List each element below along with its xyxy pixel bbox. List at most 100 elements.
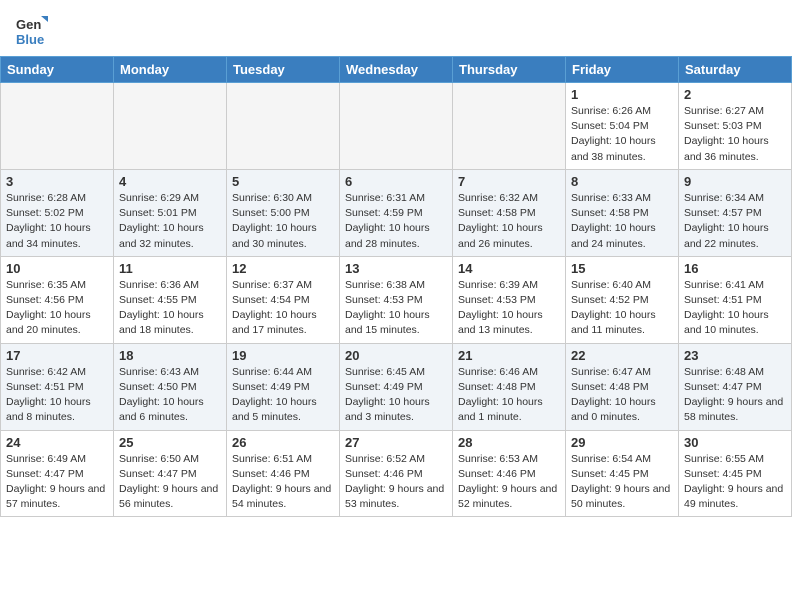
day-info: Sunrise: 6:52 AM Sunset: 4:46 PM Dayligh… (345, 452, 447, 513)
day-number: 19 (232, 348, 334, 363)
calendar-day-cell: 20Sunrise: 6:45 AM Sunset: 4:49 PM Dayli… (340, 343, 453, 430)
calendar-day-cell: 23Sunrise: 6:48 AM Sunset: 4:47 PM Dayli… (679, 343, 792, 430)
day-info: Sunrise: 6:50 AM Sunset: 4:47 PM Dayligh… (119, 452, 221, 513)
day-number: 2 (684, 87, 786, 102)
calendar-day-cell: 11 Sunrise: 6:36 AM Sunset: 4:55 PM Dayli… (114, 256, 227, 343)
day-info: Sunrise: 6:35 AM Sunset: 4:56 PM Dayligh… (6, 278, 108, 339)
weekday-header: Thursday (453, 57, 566, 83)
day-number: 6 (345, 174, 447, 189)
day-info: Sunrise: 6:53 AM Sunset: 4:46 PM Dayligh… (458, 452, 560, 513)
day-number: 4 (119, 174, 221, 189)
day-info: Sunrise: 6:49 AM Sunset: 4:47 PM Dayligh… (6, 452, 108, 513)
calendar-day-cell: 15 Sunrise: 6:40 AM Sunset: 4:52 PM Dayli… (566, 256, 679, 343)
calendar-week-row: 10 Sunrise: 6:35 AM Sunset: 4:56 PM Dayli… (1, 256, 792, 343)
day-number: 12 (232, 261, 334, 276)
svg-text:Blue: Blue (16, 32, 44, 47)
calendar-day-cell: 19 Sunrise: 6:44 AM Sunset: 4:49 PM Dayli… (227, 343, 340, 430)
calendar-day-cell: 5 Sunrise: 6:30 AM Sunset: 5:00 PM Daylig… (227, 169, 340, 256)
weekday-header: Monday (114, 57, 227, 83)
weekday-header: Sunday (1, 57, 114, 83)
day-info: Sunrise: 6:28 AM Sunset: 5:02 PM Dayligh… (6, 191, 108, 252)
day-info: Sunrise: 6:36 AM Sunset: 4:55 PM Dayligh… (119, 278, 221, 339)
page-header: Gen Blue (0, 0, 792, 56)
calendar-week-row: 17 Sunrise: 6:42 AM Sunset: 4:51 PM Dayli… (1, 343, 792, 430)
calendar-week-row: 3 Sunrise: 6:28 AM Sunset: 5:02 PM Daylig… (1, 169, 792, 256)
day-info: Sunrise: 6:33 AM Sunset: 4:58 PM Dayligh… (571, 191, 673, 252)
calendar-day-cell: 4 Sunrise: 6:29 AM Sunset: 5:01 PM Daylig… (114, 169, 227, 256)
calendar-day-cell: 27 Sunrise: 6:52 AM Sunset: 4:46 PM Dayli… (340, 430, 453, 517)
calendar-day-cell: 30Sunrise: 6:55 AM Sunset: 4:45 PM Dayli… (679, 430, 792, 517)
calendar-day-cell: 10 Sunrise: 6:35 AM Sunset: 4:56 PM Dayli… (1, 256, 114, 343)
weekday-header: Tuesday (227, 57, 340, 83)
day-number: 22 (571, 348, 673, 363)
day-number: 16 (684, 261, 786, 276)
day-number: 3 (6, 174, 108, 189)
day-info: Sunrise: 6:48 AM Sunset: 4:47 PM Dayligh… (684, 365, 786, 426)
day-number: 1 (571, 87, 673, 102)
calendar-day-cell: 25Sunrise: 6:50 AM Sunset: 4:47 PM Dayli… (114, 430, 227, 517)
day-number: 11 (119, 261, 221, 276)
calendar-day-cell: 18 Sunrise: 6:43 AM Sunset: 4:50 PM Dayli… (114, 343, 227, 430)
calendar-day-cell (453, 83, 566, 170)
day-info: Sunrise: 6:45 AM Sunset: 4:49 PM Dayligh… (345, 365, 447, 426)
calendar-day-cell (227, 83, 340, 170)
day-number: 9 (684, 174, 786, 189)
calendar-day-cell: 14 Sunrise: 6:39 AM Sunset: 4:53 PM Dayli… (453, 256, 566, 343)
day-info: Sunrise: 6:43 AM Sunset: 4:50 PM Dayligh… (119, 365, 221, 426)
calendar-week-row: 24 Sunrise: 6:49 AM Sunset: 4:47 PM Dayli… (1, 430, 792, 517)
day-number: 15 (571, 261, 673, 276)
logo: Gen Blue (16, 12, 48, 48)
day-info: Sunrise: 6:34 AM Sunset: 4:57 PM Dayligh… (684, 191, 786, 252)
day-info: Sunrise: 6:39 AM Sunset: 4:53 PM Dayligh… (458, 278, 560, 339)
day-info: Sunrise: 6:37 AM Sunset: 4:54 PM Dayligh… (232, 278, 334, 339)
day-number: 8 (571, 174, 673, 189)
calendar-day-cell: 22 Sunrise: 6:47 AM Sunset: 4:48 PM Dayli… (566, 343, 679, 430)
calendar-day-cell (114, 83, 227, 170)
calendar-day-cell: 7Sunrise: 6:32 AM Sunset: 4:58 PM Daylig… (453, 169, 566, 256)
day-info: Sunrise: 6:27 AM Sunset: 5:03 PM Dayligh… (684, 104, 786, 165)
logo-icon: Gen Blue (16, 12, 48, 48)
calendar-day-cell: 3 Sunrise: 6:28 AM Sunset: 5:02 PM Daylig… (1, 169, 114, 256)
calendar-week-row: 1 Sunrise: 6:26 AM Sunset: 5:04 PM Daylig… (1, 83, 792, 170)
calendar-day-cell: 6 Sunrise: 6:31 AM Sunset: 4:59 PM Daylig… (340, 169, 453, 256)
day-number: 18 (119, 348, 221, 363)
calendar-day-cell: 9 Sunrise: 6:34 AM Sunset: 4:57 PM Daylig… (679, 169, 792, 256)
weekday-header: Saturday (679, 57, 792, 83)
day-info: Sunrise: 6:40 AM Sunset: 4:52 PM Dayligh… (571, 278, 673, 339)
day-info: Sunrise: 6:30 AM Sunset: 5:00 PM Dayligh… (232, 191, 334, 252)
day-info: Sunrise: 6:47 AM Sunset: 4:48 PM Dayligh… (571, 365, 673, 426)
day-number: 21 (458, 348, 560, 363)
day-info: Sunrise: 6:32 AM Sunset: 4:58 PM Dayligh… (458, 191, 560, 252)
day-info: Sunrise: 6:55 AM Sunset: 4:45 PM Dayligh… (684, 452, 786, 513)
calendar-day-cell: 28 Sunrise: 6:53 AM Sunset: 4:46 PM Dayli… (453, 430, 566, 517)
calendar-day-cell: 12 Sunrise: 6:37 AM Sunset: 4:54 PM Dayli… (227, 256, 340, 343)
calendar-day-cell: 16 Sunrise: 6:41 AM Sunset: 4:51 PM Dayli… (679, 256, 792, 343)
day-info: Sunrise: 6:29 AM Sunset: 5:01 PM Dayligh… (119, 191, 221, 252)
calendar-day-cell: 17 Sunrise: 6:42 AM Sunset: 4:51 PM Dayli… (1, 343, 114, 430)
day-info: Sunrise: 6:26 AM Sunset: 5:04 PM Dayligh… (571, 104, 673, 165)
day-number: 24 (6, 435, 108, 450)
day-number: 17 (6, 348, 108, 363)
day-info: Sunrise: 6:51 AM Sunset: 4:46 PM Dayligh… (232, 452, 334, 513)
day-number: 14 (458, 261, 560, 276)
svg-text:Gen: Gen (16, 17, 41, 32)
calendar-day-cell: 1 Sunrise: 6:26 AM Sunset: 5:04 PM Daylig… (566, 83, 679, 170)
day-info: Sunrise: 6:38 AM Sunset: 4:53 PM Dayligh… (345, 278, 447, 339)
day-info: Sunrise: 6:31 AM Sunset: 4:59 PM Dayligh… (345, 191, 447, 252)
day-number: 10 (6, 261, 108, 276)
day-number: 28 (458, 435, 560, 450)
calendar-day-cell: 8 Sunrise: 6:33 AM Sunset: 4:58 PM Daylig… (566, 169, 679, 256)
day-number: 27 (345, 435, 447, 450)
day-info: Sunrise: 6:44 AM Sunset: 4:49 PM Dayligh… (232, 365, 334, 426)
day-number: 5 (232, 174, 334, 189)
calendar-day-cell: 13Sunrise: 6:38 AM Sunset: 4:53 PM Dayli… (340, 256, 453, 343)
calendar-day-cell: 2 Sunrise: 6:27 AM Sunset: 5:03 PM Daylig… (679, 83, 792, 170)
day-info: Sunrise: 6:46 AM Sunset: 4:48 PM Dayligh… (458, 365, 560, 426)
calendar-day-cell: 29Sunrise: 6:54 AM Sunset: 4:45 PM Dayli… (566, 430, 679, 517)
day-info: Sunrise: 6:41 AM Sunset: 4:51 PM Dayligh… (684, 278, 786, 339)
calendar-day-cell: 21 Sunrise: 6:46 AM Sunset: 4:48 PM Dayli… (453, 343, 566, 430)
weekday-header: Friday (566, 57, 679, 83)
day-info: Sunrise: 6:42 AM Sunset: 4:51 PM Dayligh… (6, 365, 108, 426)
calendar-day-cell: 26Sunrise: 6:51 AM Sunset: 4:46 PM Dayli… (227, 430, 340, 517)
calendar-day-cell (340, 83, 453, 170)
